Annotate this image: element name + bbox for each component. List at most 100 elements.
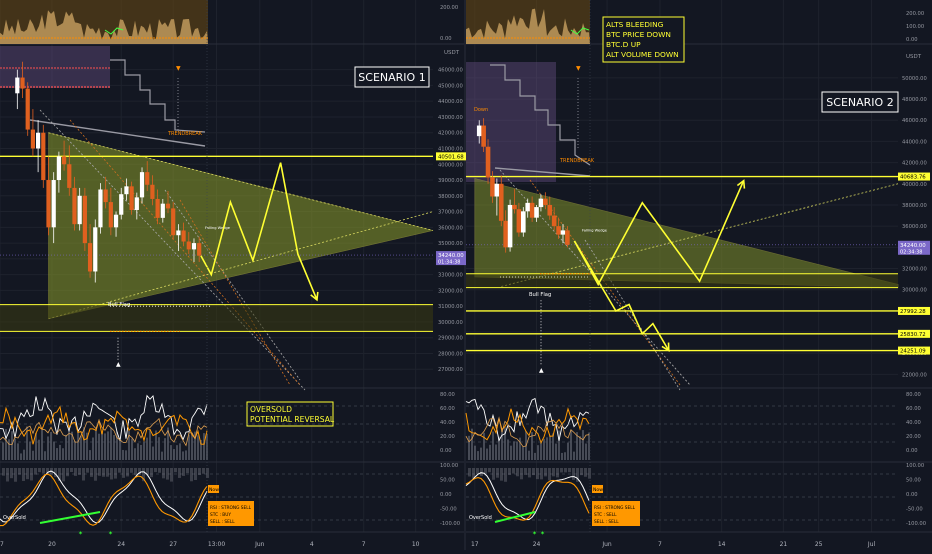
y-tick-label: 42000.00: [902, 161, 927, 167]
osc2-tick-label: -100.00: [906, 521, 926, 527]
signal-row: RSI : STRONG SELL: [210, 505, 252, 511]
candle-body: [538, 198, 544, 208]
left-panel: 46000.00 45000.00 44000.00 43000.00 42000.00…: [0, 0, 466, 550]
price-tag-label: 27992.28: [900, 309, 926, 315]
signal-row: STC : SELL: [594, 512, 617, 518]
osc2-tick-label: -50.00: [906, 507, 923, 513]
osc2-bar: [568, 468, 571, 473]
osc2-bar: [158, 468, 161, 473]
osc2-bar: [556, 468, 559, 478]
oversold-label: OverSold: [469, 515, 492, 521]
osc1-tick-label: 0.00: [906, 448, 918, 454]
candle-body: [171, 208, 176, 236]
osc2-bar: [484, 468, 487, 474]
osc-bar: [143, 441, 145, 460]
osc2-bar: [150, 468, 153, 478]
candle-body: [129, 186, 134, 210]
osc2-bar: [82, 468, 85, 481]
x-tick-label: 7: [658, 541, 662, 548]
x-tick-label: 21: [780, 541, 788, 548]
note-line: OVERSOLD: [250, 405, 292, 414]
x-tick-label: 17: [0, 541, 4, 548]
osc-bar: [471, 428, 473, 460]
osc2-bar: [86, 468, 89, 473]
osc-bar: [29, 441, 31, 460]
osc2-tick-label: 100.00: [906, 463, 924, 469]
x-tick-label: 14: [718, 541, 726, 548]
osc2-tick-label: 100.00: [440, 463, 458, 469]
y-tick-label: 37000.00: [438, 210, 463, 216]
candle-body: [498, 183, 504, 221]
candle-body: [72, 187, 77, 225]
support-band: [0, 304, 433, 332]
candle-body: [197, 243, 202, 256]
osc2-bar: [130, 468, 133, 473]
osc-bar: [185, 450, 187, 460]
osc-bar: [149, 429, 151, 460]
top-tick-label: 0.00: [906, 37, 918, 43]
osc2-bar: [178, 468, 181, 478]
candle-body: [181, 230, 186, 242]
osc-bar: [77, 428, 79, 460]
osc2-bar: [496, 468, 499, 478]
osc-bar: [119, 440, 121, 460]
osc1-tick-label: 40.00: [906, 420, 921, 426]
candle-body: [176, 230, 181, 236]
price-tag-label: 34240.00: [438, 253, 464, 259]
y-tick-label: 28000.00: [438, 351, 463, 357]
osc2-bar: [18, 468, 21, 475]
candle-body: [534, 207, 539, 218]
osc2-bar: [584, 468, 587, 477]
right-panel: 50000.00 48000.00 46000.00 44000.00 42000.00…: [465, 0, 932, 548]
signal-star: ✶: [532, 530, 537, 537]
x-tick-label: 24: [533, 541, 541, 548]
osc-bar: [495, 444, 497, 460]
candle-body: [565, 230, 570, 245]
signal-star: ✶: [540, 530, 545, 537]
osc2-bar: [560, 468, 563, 473]
osc2-bar: [126, 468, 129, 477]
candle-body: [547, 204, 553, 216]
osc-bar: [579, 436, 581, 460]
candle-body: [108, 202, 113, 228]
y-tick-label: 44000.00: [438, 99, 463, 105]
osc-bar: [134, 448, 136, 460]
osc-bar: [510, 445, 512, 460]
y-tick-label: 40000.00: [438, 162, 463, 168]
osc2-bar: [190, 468, 193, 482]
osc-bar: [146, 437, 148, 460]
falling-wedge-label: Falling Wedge: [205, 226, 231, 230]
osc-bar: [474, 445, 476, 460]
osc-bar: [11, 431, 13, 460]
osc2-line: [465, 472, 590, 520]
osc-bar: [570, 429, 572, 460]
candle-body: [15, 77, 20, 94]
osc-bar: [107, 431, 109, 460]
y-tick-label: 32000.00: [438, 288, 463, 294]
oscillator-2: ✶ ✶ OverSold Now RSI : STRONG SELLSTC : BUYS…: [0, 463, 460, 537]
osc-bar: [38, 439, 40, 460]
osc-bar: [50, 432, 52, 460]
candle-body: [525, 202, 531, 212]
osc-bar: [164, 438, 166, 460]
candle-body: [560, 230, 566, 235]
price-tag-label: 24251.09: [900, 349, 926, 355]
osc-bar: [561, 452, 563, 460]
falling-wedge-label: Falling Wedge: [582, 228, 608, 232]
candle-body: [485, 146, 491, 178]
candle-body: [160, 203, 165, 218]
signal-row: SELL : SELL: [594, 519, 619, 525]
y-tick-label: 38000.00: [902, 203, 927, 209]
osc2-bar: [536, 468, 539, 480]
osc2-bar: [10, 468, 13, 479]
osc2-bar: [14, 468, 17, 482]
y-tick-label: 35000.00: [438, 241, 463, 247]
x-tick-label: Jun: [254, 541, 265, 548]
osc2-bar: [520, 468, 523, 480]
price-tag-label: 34240.00: [900, 243, 926, 249]
candle-body: [556, 226, 561, 235]
osc2-bar: [202, 468, 205, 474]
osc-bar: [176, 445, 178, 460]
osc1-tick-label: 80.00: [440, 392, 455, 398]
candle-body: [529, 202, 535, 218]
